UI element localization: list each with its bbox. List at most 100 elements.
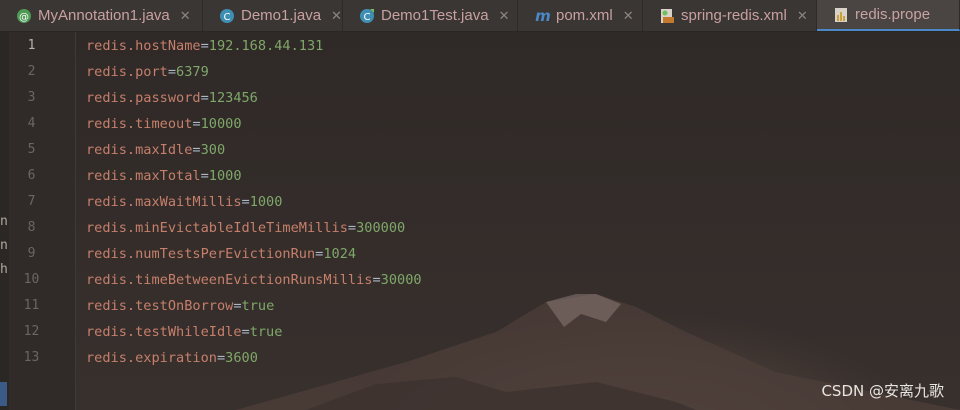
close-icon[interactable]: ✕ [331,8,342,24]
line-number: 9 [27,246,36,261]
line-number: 1 [27,38,36,53]
equals-sign: = [347,220,357,236]
equals-sign: = [241,324,250,340]
svg-text:@: @ [19,12,29,23]
tab-redis-properties[interactable]: redis.prope [817,0,960,31]
maven-icon: m [534,8,550,24]
tab-spring-redis[interactable]: spring-redis.xml ✕ [643,0,817,31]
code-line[interactable]: redis.hostName=192.168.44.131 [86,38,323,54]
property-key: redis.maxWaitMillis [86,194,242,210]
code-line[interactable]: redis.maxWaitMillis=1000 [86,194,282,210]
property-key: redis.expiration [86,350,217,366]
line-number: 2 [27,64,36,79]
property-value: 6379 [176,64,209,80]
property-value: 192.168.44.131 [208,38,324,54]
test-class-icon: C [359,8,375,24]
property-key: redis.timeout [86,116,193,132]
close-icon[interactable]: ✕ [797,8,808,24]
property-value: 123456 [208,90,258,106]
property-key: redis.timeBetweenEvictionRunsMillis [86,272,373,288]
tab-label: redis.prope [855,6,931,23]
code-line[interactable]: redis.timeout=10000 [86,116,242,132]
property-value: 1000 [249,194,283,210]
class-icon: C [219,8,235,24]
property-key: redis.maxTotal [86,168,201,184]
property-value: 10000 [200,116,242,132]
code-line[interactable]: redis.timeBetweenEvictionRunsMillis=3000… [86,272,422,288]
equals-sign: = [192,142,201,158]
line-number: 12 [23,324,40,339]
code-line[interactable]: redis.maxIdle=300 [86,142,225,158]
code-line[interactable]: redis.expiration=3600 [86,350,258,366]
tab-label: Demo1.java [241,7,322,24]
panel-text-fragment: n [0,238,8,253]
svg-text:C: C [224,12,231,23]
code-line[interactable]: redis.port=6379 [86,64,209,80]
project-panel-edge: n n h [0,32,9,410]
tab-label: spring-redis.xml [681,7,787,24]
property-value: true [249,324,283,340]
property-key: redis.numTestsPerEvictionRun [86,246,316,262]
spring-xml-icon [659,8,675,24]
close-icon[interactable]: ✕ [180,8,191,24]
line-number: 11 [23,298,40,313]
equals-sign: = [167,64,177,80]
equals-sign: = [192,116,201,132]
editor-tab-bar: @ MyAnnotation1.java ✕ C Demo1.java ✕ C … [0,0,960,32]
panel-scroll-indicator [0,382,7,406]
line-number: 13 [23,350,40,365]
line-number: 6 [27,168,36,183]
tab-label: Demo1Test.java [381,7,489,24]
equals-sign: = [200,168,209,184]
panel-text-fragment: h [0,262,8,277]
property-key: redis.password [86,90,201,106]
code-line[interactable]: redis.testWhileIdle=true [86,324,282,340]
equals-sign: = [200,38,209,54]
property-value: true [241,298,275,314]
property-value: 300000 [356,220,406,236]
tab-myannotation1[interactable]: @ MyAnnotation1.java ✕ [0,0,203,31]
tab-demo1[interactable]: C Demo1.java ✕ [203,0,343,31]
svg-text:C: C [364,12,371,23]
property-key: redis.minEvictableIdleTimeMillis [86,220,348,236]
property-value: 1000 [208,168,242,184]
equals-sign: = [241,194,250,210]
tab-label: pom.xml [556,7,613,24]
line-number: 3 [27,90,36,105]
code-line[interactable]: redis.minEvictableIdleTimeMillis=300000 [86,220,405,236]
property-value: 3600 [225,350,258,366]
close-icon[interactable]: ✕ [499,8,510,24]
property-key: redis.port [86,64,168,80]
close-icon[interactable]: ✕ [623,8,634,24]
property-value: 1024 [323,246,357,262]
property-key: redis.testWhileIdle [86,324,242,340]
code-editor[interactable]: redis.hostName=192.168.44.131 redis.port… [76,32,960,410]
line-number-gutter: 1 2 3 4 5 6 7 8 9 10 11 12 13 [9,32,76,410]
property-value: 30000 [380,272,422,288]
line-number: 8 [27,220,36,235]
line-number: 4 [27,116,36,131]
property-key: redis.testOnBorrow [86,298,234,314]
equals-sign: = [233,298,242,314]
property-key: redis.hostName [86,38,201,54]
equals-sign: = [216,350,226,366]
annotation-icon: @ [16,8,32,24]
property-key: redis.maxIdle [86,142,193,158]
line-number: 5 [27,142,36,157]
code-line[interactable]: redis.numTestsPerEvictionRun=1024 [86,246,356,262]
line-number: 10 [23,272,40,287]
tab-pom[interactable]: m pom.xml ✕ [518,0,643,31]
properties-icon [833,7,849,23]
line-number: 7 [27,194,36,209]
code-line[interactable]: redis.password=123456 [86,90,258,106]
equals-sign: = [372,272,381,288]
tab-label: MyAnnotation1.java [38,7,170,24]
code-line[interactable]: redis.maxTotal=1000 [86,168,242,184]
property-value: 300 [200,142,226,158]
equals-sign: = [200,90,209,106]
code-line[interactable]: redis.testOnBorrow=true [86,298,274,314]
svg-text:m: m [535,8,550,24]
watermark: CSDN @安离九歌 [821,382,944,400]
tab-demo1test[interactable]: C Demo1Test.java ✕ [343,0,518,31]
panel-text-fragment: n [0,214,8,229]
